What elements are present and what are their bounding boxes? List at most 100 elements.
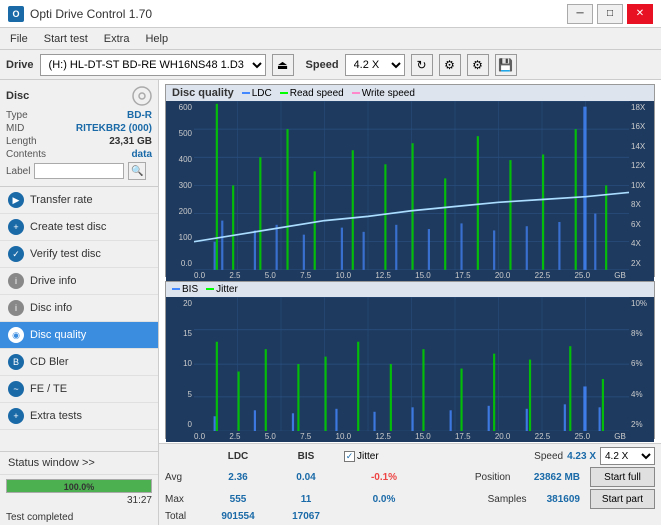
verify-test-disc-icon: ✓ [8,246,24,262]
chart2-yr-2: 2% [629,420,654,429]
chart1-yr-10x: 10X [629,181,654,190]
max-bis-value: 11 [276,494,336,505]
chart1-y-100: 100 [166,233,194,242]
chart2-x-25: 2.5 [229,432,240,441]
save-button[interactable]: 💾 [495,54,517,76]
avg-bis-value: 0.04 [276,472,336,483]
disc-header: Disc [6,86,152,106]
sidebar-item-verify-test-disc[interactable]: ✓ Verify test disc [0,241,158,268]
jitter-checkbox[interactable]: ✓ [344,451,355,462]
create-test-disc-icon: + [8,219,24,235]
status-window-label: Status window >> [8,457,95,469]
read-speed-legend-label: Read speed [290,88,344,99]
speed-header-value: 4.23 X [567,451,596,462]
app-icon: O [8,6,24,22]
chart2-yr-10: 10% [629,299,654,308]
fe-te-label: FE / TE [30,383,67,395]
chart1-x-00: 0.0 [194,271,205,280]
chart1-panel: Disc quality LDC Read speed Write speed [165,84,655,277]
chart1-header: Disc quality LDC Read speed Write speed [166,85,654,101]
start-full-button[interactable]: Start full [590,467,655,487]
ldc-legend-label: LDC [252,88,272,99]
minimize-button[interactable]: ─ [567,4,593,24]
time-text: 31:27 [6,493,152,506]
chart1-y-500: 500 [166,129,194,138]
sidebar-item-extra-tests[interactable]: + Extra tests [0,403,158,430]
chart2-y-0: 0 [166,420,194,429]
app-title: Opti Drive Control 1.70 [30,7,152,21]
drive-label: Drive [6,59,34,71]
sidebar-item-disc-info[interactable]: i Disc info [0,295,158,322]
menu-bar: File Start test Extra Help [0,28,661,50]
disc-quality-label: Disc quality [30,329,86,341]
sidebar-item-cd-bler[interactable]: B CD Bler [0,349,158,376]
contents-value: data [131,149,152,160]
bis-legend-dot [172,288,180,290]
refresh-button[interactable]: ↻ [411,54,433,76]
chart1-plot [194,101,629,270]
chart2-x-225: 22.5 [535,432,551,441]
speed-select-small[interactable]: 4.2 X [600,447,655,465]
avg-jitter-value: -0.1% [344,472,424,483]
contents-row: Contents data [6,149,152,160]
label-input[interactable] [34,163,124,179]
chart1-x-125: 12.5 [375,271,391,280]
settings-button1[interactable]: ⚙ [439,54,461,76]
menu-file[interactable]: File [4,31,34,47]
chart2-x-00: 0.0 [194,432,205,441]
chart1-yr-14x: 14X [629,142,654,151]
menu-extra[interactable]: Extra [98,31,136,47]
type-label: Type [6,110,28,121]
sidebar-item-create-test-disc[interactable]: + Create test disc [0,214,158,241]
start-part-button[interactable]: Start part [590,489,655,509]
stats-ldc-header: LDC [208,451,268,462]
stats-max-row: Max 555 11 0.0% Samples 381609 Start par… [165,489,655,509]
chart1-x-50: 5.0 [265,271,276,280]
chart1-title: Disc quality [172,87,234,99]
main-panel: Disc quality LDC Read speed Write speed [159,80,661,525]
main-content: Disc Type BD-R MID RITEKBR2 (000) Length… [0,80,661,525]
chart1-x-250: 25.0 [574,271,590,280]
chart2-yr-6: 6% [629,359,654,368]
close-button[interactable]: ✕ [627,4,653,24]
chart1-yr-16x: 16X [629,122,654,131]
sidebar-item-drive-info[interactable]: i Drive info [0,268,158,295]
drive-select[interactable]: (H:) HL-DT-ST BD-RE WH16NS48 1.D3 [40,54,266,76]
read-speed-legend-dot [280,92,288,94]
contents-label: Contents [6,149,46,160]
total-bis-value: 17067 [276,511,336,522]
create-test-disc-label: Create test disc [30,221,106,233]
chart1-y-200: 200 [166,207,194,216]
sidebar: Disc Type BD-R MID RITEKBR2 (000) Length… [0,80,159,525]
chart1-yr-18x: 18X [629,103,654,112]
sidebar-item-fe-te[interactable]: ~ FE / TE [0,376,158,403]
menu-help[interactable]: Help [139,31,174,47]
chart1-x-75: 7.5 [300,271,311,280]
chart2-x-175: 17.5 [455,432,471,441]
settings-button2[interactable]: ⚙ [467,54,489,76]
avg-ldc-value: 2.36 [208,472,268,483]
mid-label: MID [6,123,24,134]
speed-select[interactable]: 4.2 X [345,54,405,76]
status-window-button[interactable]: Status window >> [0,452,158,475]
eject-button[interactable]: ⏏ [272,54,294,76]
menu-start-test[interactable]: Start test [38,31,94,47]
sidebar-item-disc-quality[interactable]: ◉ Disc quality [0,322,158,349]
chart2-x-100: 10.0 [336,432,352,441]
chart2-y-15: 15 [166,329,194,338]
fe-te-icon: ~ [8,381,24,397]
disc-panel: Disc Type BD-R MID RITEKBR2 (000) Length… [0,80,158,187]
chart1-y-300: 300 [166,181,194,190]
jitter-legend-label: Jitter [216,284,238,295]
sidebar-item-transfer-rate[interactable]: ▶ Transfer rate [0,187,158,214]
mid-row: MID RITEKBR2 (000) [6,123,152,134]
chart2-plot [194,297,629,431]
jitter-legend-dot [206,288,214,290]
position-label: Position [475,472,530,483]
label-button[interactable]: 🔍 [128,162,146,180]
chart2-x-150: 15.0 [415,432,431,441]
jitter-label: Jitter [357,451,379,462]
disc-quality-icon: ◉ [8,327,24,343]
maximize-button[interactable]: □ [597,4,623,24]
cd-bler-icon: B [8,354,24,370]
